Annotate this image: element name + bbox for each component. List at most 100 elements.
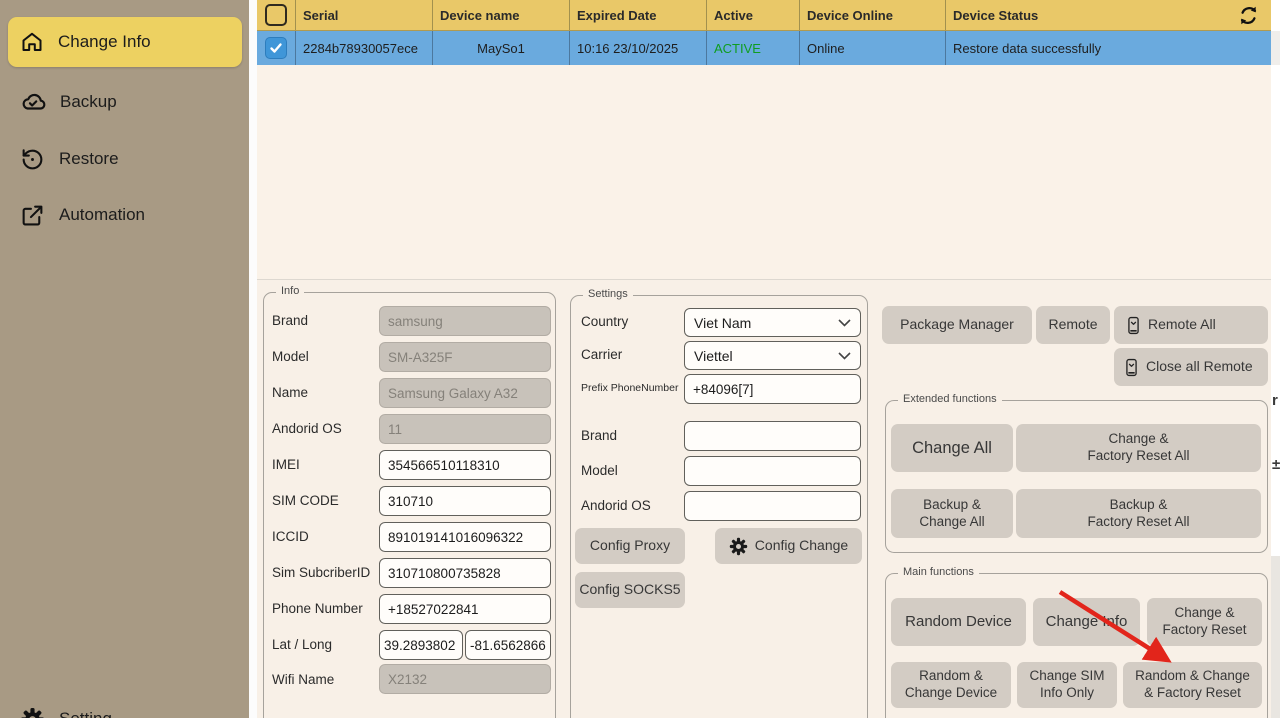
iccid-label: ICCID [272,529,309,544]
change-all-button[interactable]: Change All [891,424,1013,472]
sidebar-item-change-info[interactable]: Change Info [8,17,242,67]
imei-label: IMEI [272,457,300,472]
remote-button[interactable]: Remote [1036,306,1110,344]
column-header-device-status[interactable]: Device Status [945,0,1271,30]
sidebar-item-label: Automation [59,205,145,225]
sidebar-item-restore[interactable]: Restore [8,139,242,179]
backup-factory-reset-all-button[interactable]: Backup & Factory Reset All [1016,489,1261,538]
cell-active-status: ACTIVE [706,31,799,65]
chevron-down-icon [838,319,851,327]
prefix-phone-field[interactable] [684,374,861,404]
phone-number-field[interactable] [379,594,551,624]
settings-android-os-field[interactable] [684,491,861,521]
sim-subscriber-id-field[interactable] [379,558,551,588]
config-socks5-button[interactable]: Config SOCKS5 [575,572,685,608]
phone-number-label: Phone Number [272,601,363,616]
sim-code-field[interactable] [379,486,551,516]
close-all-remote-label: Close all Remote [1146,358,1253,376]
column-header-active[interactable]: Active [706,0,799,30]
button-label-line: Backup & [923,497,981,514]
carrier-dropdown[interactable]: Viettel [684,341,861,370]
main-functions-title: Main functions [898,566,979,578]
cell-device-name: MaySo1 [432,31,569,65]
random-change-device-button[interactable]: Random & Change Device [891,662,1011,708]
device-row[interactable]: 2284b78930057ece MaySo1 10:16 23/10/2025… [257,31,1271,65]
button-label-line: & Factory Reset [1144,685,1241,702]
change-factory-reset-button[interactable]: Change & Factory Reset [1147,598,1262,646]
extended-functions-panel: Extended functions Change All Change & F… [885,400,1268,553]
select-all-checkbox[interactable] [265,4,287,26]
carrier-value: Viettel [694,348,733,364]
button-label-line: Info Only [1040,685,1094,702]
config-change-label: Config Change [755,537,848,555]
settings-android-os-label: Andorid OS [581,498,651,513]
country-value: Viet Nam [694,315,751,331]
config-proxy-button[interactable]: Config Proxy [575,528,685,564]
settings-panel-title: Settings [583,288,633,300]
column-header-device-online[interactable]: Device Online [799,0,945,30]
android-os-field[interactable] [379,414,551,444]
info-panel: Info Brand Model Name Andorid OS IMEI SI… [263,292,556,718]
settings-brand-label: Brand [581,428,617,443]
latitude-field[interactable] [379,630,463,660]
brand-label: Brand [272,313,308,328]
change-info-button[interactable]: Change Info [1033,598,1140,646]
button-label-line: Change SIM [1029,668,1104,685]
button-label-line: Change & [1108,431,1168,448]
button-label-line: Backup & [1110,497,1168,514]
button-label-line: Change All [919,514,984,531]
prefix-phone-label: Prefix PhoneNumber [581,382,678,394]
gear-icon [20,707,45,718]
column-header-device-name[interactable]: Device name [432,0,569,30]
sidebar-item-label: Change Info [58,32,151,52]
name-field[interactable] [379,378,551,408]
check-icon [269,41,283,55]
cell-device-online: Online [799,31,945,65]
sidebar-item-automation[interactable]: Automation [8,195,242,235]
random-change-factory-reset-button[interactable]: Random & Change & Factory Reset [1123,662,1262,708]
sim-code-label: SIM CODE [272,493,339,508]
sidebar-item-backup[interactable]: Backup [8,82,242,122]
backup-change-all-button[interactable]: Backup & Change All [891,489,1013,538]
settings-model-field[interactable] [684,456,861,486]
sidebar-item-label: Setting [59,709,112,718]
iccid-field[interactable] [379,522,551,552]
button-label-line: Factory Reset [1162,622,1246,639]
clipped-text-fragment: r [1272,392,1278,409]
remote-all-label: Remote All [1148,316,1216,334]
column-header-expired-date[interactable]: Expired Date [569,0,706,30]
model-label: Model [272,349,309,364]
background-window-sliver: r ± [1271,0,1280,718]
name-label: Name [272,385,308,400]
sidebar-item-setting[interactable]: Setting [8,699,242,718]
remote-all-button[interactable]: Remote All [1114,306,1268,344]
config-change-button[interactable]: Config Change [715,528,862,564]
close-all-remote-button[interactable]: Close all Remote [1114,348,1268,386]
sidebar: Change Info Backup Restore Automation [0,0,249,718]
change-factory-reset-all-button[interactable]: Change & Factory Reset All [1016,424,1261,472]
brand-field[interactable] [379,306,551,336]
settings-model-label: Model [581,463,618,478]
column-header-serial[interactable]: Serial [295,0,432,30]
country-dropdown[interactable]: Viet Nam [684,308,861,337]
change-sim-info-only-button[interactable]: Change SIM Info Only [1017,662,1117,708]
row-checkbox-checked[interactable] [265,37,287,59]
package-manager-button[interactable]: Package Manager [882,306,1032,344]
model-field[interactable] [379,342,551,372]
select-all-cell [257,0,295,30]
country-label: Country [581,314,628,329]
random-device-button[interactable]: Random Device [891,598,1026,646]
button-label-line: Change & [1174,605,1234,622]
edge-shade [1271,31,1280,65]
imei-field[interactable] [379,450,551,480]
sim-subscriber-id-label: Sim SubcriberID [272,565,370,580]
cell-serial: 2284b78930057ece [295,31,432,65]
longitude-field[interactable] [465,630,551,660]
chevron-down-icon [838,352,851,360]
home-icon [20,30,44,54]
main-functions-panel: Main functions Random Device Change Info… [885,573,1268,718]
settings-brand-field[interactable] [684,421,861,451]
android-os-label: Andorid OS [272,421,342,436]
wifi-name-field[interactable] [379,664,551,694]
refresh-icon[interactable] [1236,3,1261,28]
